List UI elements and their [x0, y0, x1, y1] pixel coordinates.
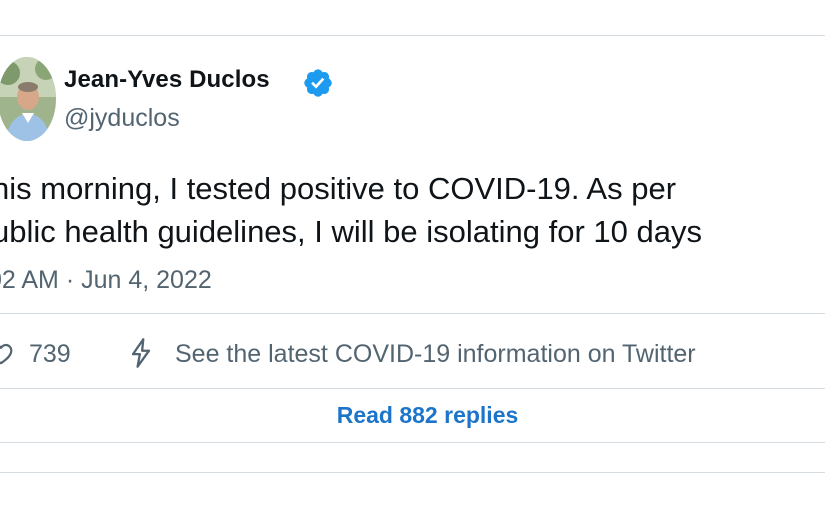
top-divider — [0, 35, 825, 36]
bottom-divider — [0, 472, 825, 473]
like-count[interactable]: 739 — [29, 340, 71, 369]
avatar[interactable] — [0, 57, 56, 141]
verified-badge-icon — [304, 69, 332, 97]
tweet-card: Jean-Yves Duclos @jyduclos his morning, … — [0, 0, 825, 510]
tweet-text: his morning, I tested positive to COVID-… — [0, 167, 702, 253]
heart-icon[interactable] — [0, 341, 14, 367]
actions-divider — [0, 388, 825, 389]
lightning-bolt-icon[interactable] — [127, 337, 155, 369]
replies-divider — [0, 442, 825, 443]
covid-info-link[interactable]: See the latest COVID-19 information on T… — [175, 340, 696, 369]
author-handle[interactable]: @jyduclos — [64, 104, 180, 133]
read-replies-button[interactable]: Read 882 replies — [0, 402, 825, 429]
author-display-name[interactable]: Jean-Yves Duclos — [64, 66, 270, 94]
tweet-text-line: his morning, I tested positive to COVID-… — [0, 171, 677, 206]
tweet-timestamp[interactable]: 02 AM · Jun 4, 2022 — [0, 266, 212, 295]
timestamp-divider — [0, 313, 825, 314]
tweet-text-line: ublic health guidelines, I will be isola… — [0, 214, 702, 249]
action-row: 739 See the latest COVID-19 information … — [0, 333, 825, 373]
